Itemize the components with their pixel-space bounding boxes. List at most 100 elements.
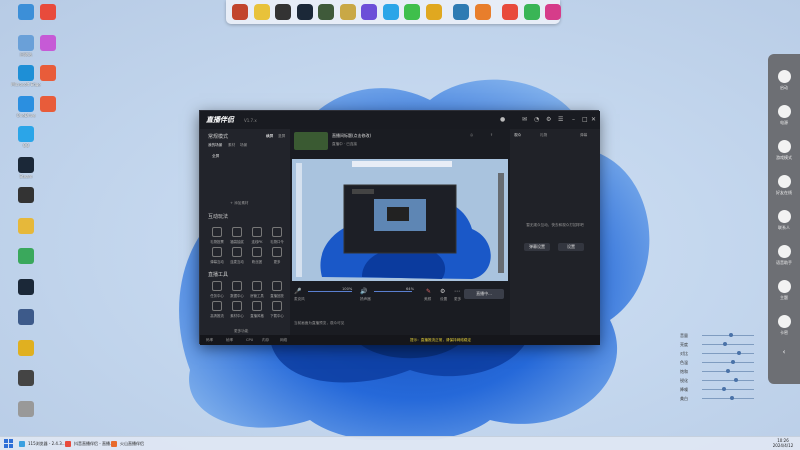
adjust-slider[interactable]: 音量	[680, 333, 766, 339]
sidebar-item[interactable]: 启动	[768, 68, 800, 98]
sidebar-item[interactable]: 好友在线	[768, 173, 800, 203]
app-icon[interactable]	[425, 4, 442, 20]
adjust-slider[interactable]: 降噪	[680, 387, 766, 393]
sidebar-item[interactable]: 电源	[768, 103, 800, 133]
interactive-tool-icon[interactable]	[252, 227, 262, 237]
game-icon[interactable]	[361, 4, 377, 20]
more-features-button[interactable]: 更多功能	[234, 329, 248, 334]
game-icon[interactable]	[318, 4, 334, 20]
adjust-slider-knob[interactable]	[737, 351, 742, 355]
adjust-slider[interactable]: 对比	[680, 351, 766, 357]
adjust-slider-track[interactable]	[702, 335, 754, 336]
adjust-slider-knob[interactable]	[723, 342, 728, 346]
live-tool-icon[interactable]	[252, 281, 262, 291]
tab-gifts[interactable]: 礼物	[540, 133, 547, 138]
game-icon[interactable]	[339, 4, 356, 20]
desktop-shortcut[interactable]	[2, 217, 50, 250]
close-icon[interactable]: ✕	[591, 116, 596, 123]
minimize-icon[interactable]: –	[572, 116, 575, 123]
adjust-slider-knob[interactable]	[726, 369, 730, 373]
start-icon[interactable]	[4, 439, 13, 448]
speaker-icon[interactable]: 🔊	[360, 288, 367, 295]
live-tool-icon[interactable]	[252, 301, 262, 311]
microphone-icon[interactable]: 🎤	[294, 288, 301, 295]
tab-my-scenes[interactable]: 我的场景	[208, 143, 222, 148]
desktop-shortcut[interactable]: Steam	[2, 156, 50, 189]
desktop-shortcut[interactable]	[2, 309, 50, 341]
desktop-shortcut[interactable]	[2, 400, 50, 433]
netease-icon[interactable]	[502, 4, 518, 20]
danmaku-settings-button[interactable]: 弹幕设置	[524, 243, 550, 251]
adjust-slider-track[interactable]	[702, 344, 754, 345]
adjust-slider[interactable]: 锐化	[680, 378, 766, 384]
adjust-slider-knob[interactable]	[731, 360, 736, 364]
play-icon[interactable]	[523, 4, 540, 20]
qq-icon[interactable]	[382, 4, 399, 20]
tab-landscape[interactable]: 横屏	[266, 134, 273, 139]
desktop-shortcut[interactable]	[2, 339, 50, 372]
message-icon[interactable]: ✉	[522, 116, 527, 123]
taskbar-app-button[interactable]: 火山直播伴侣	[110, 439, 154, 449]
live-settings-icon[interactable]: ⚙	[440, 288, 445, 295]
interactive-tool-icon[interactable]	[272, 227, 282, 237]
taskbar-app-button[interactable]: 115浏览器 - 2.4.3...	[18, 439, 66, 449]
desktop-shortcut[interactable]	[2, 248, 50, 280]
game-icon[interactable]	[253, 4, 270, 20]
add-source-button[interactable]: + 添加素材	[230, 201, 249, 206]
live-tool-icon[interactable]	[212, 281, 222, 291]
bell-icon[interactable]: ◔	[534, 116, 539, 123]
tab-audience[interactable]: 观众	[514, 133, 521, 138]
interactive-tool-icon[interactable]	[272, 247, 282, 257]
live-tool-icon[interactable]	[232, 281, 242, 291]
sidebar-item[interactable]: 卡密	[768, 313, 800, 343]
live-notice-button[interactable]: ◎	[470, 133, 473, 137]
avatar[interactable]: ●	[500, 116, 505, 123]
interactive-tool-icon[interactable]	[212, 227, 222, 237]
live-tool-icon[interactable]	[272, 301, 282, 311]
adjust-slider[interactable]: 色温	[680, 360, 766, 366]
desktop-shortcut[interactable]	[24, 4, 72, 36]
room-title[interactable]: 直播间标题(点击修改)	[332, 133, 371, 139]
steam-icon[interactable]	[296, 4, 313, 20]
interactive-tool-icon[interactable]	[232, 247, 242, 257]
wechat-icon[interactable]	[404, 4, 420, 20]
adjust-slider[interactable]: 美白	[680, 396, 766, 402]
tab-portrait[interactable]: 竖屏	[278, 134, 285, 139]
room-cover[interactable]	[294, 132, 328, 150]
sidebar-item[interactable]: 联系人	[768, 208, 800, 238]
scene-mode-selector[interactable]: 常规模式	[208, 133, 228, 140]
interactive-tool-icon[interactable]	[232, 227, 242, 237]
interactive-tool-icon[interactable]	[252, 247, 262, 257]
maximize-icon[interactable]: □	[582, 116, 588, 123]
start-live-button[interactable]: 直播中...	[464, 289, 504, 299]
settings-icon[interactable]	[453, 4, 469, 20]
adjust-slider-knob[interactable]	[730, 396, 735, 400]
sidebar-item[interactable]: ‹	[768, 348, 800, 378]
adjust-slider[interactable]: 饱和	[680, 369, 766, 375]
adjust-slider-track[interactable]	[702, 380, 754, 381]
beauty-icon[interactable]: ✎	[426, 288, 431, 295]
tab-materials[interactable]: 素材	[228, 143, 235, 148]
adjust-slider-track[interactable]	[702, 389, 754, 390]
adjust-slider-track[interactable]	[702, 362, 754, 363]
sidebar-item[interactable]: 游戏模式	[768, 138, 800, 168]
live-tool-icon[interactable]	[232, 301, 242, 311]
live-tool-icon[interactable]	[272, 281, 282, 291]
interactive-tool-icon[interactable]	[212, 247, 222, 257]
adjust-slider-track[interactable]	[702, 353, 754, 354]
desktop-shortcut[interactable]	[24, 65, 72, 97]
desktop-shortcut[interactable]	[2, 278, 50, 311]
desktop-shortcut[interactable]	[24, 34, 72, 67]
menu-icon[interactable]: ☰	[558, 116, 563, 123]
speaker-volume-slider[interactable]	[374, 291, 412, 292]
app-icon[interactable]	[474, 4, 491, 20]
league-icon[interactable]	[275, 4, 291, 20]
desktop-shortcut[interactable]: QQ	[2, 126, 50, 158]
desktop-shortcut[interactable]	[2, 370, 50, 402]
more-icon[interactable]: ⋯	[454, 288, 460, 295]
tab-danmaku[interactable]: 弹幕	[580, 133, 587, 138]
desktop-shortcut[interactable]	[2, 187, 50, 219]
tab-scenes[interactable]: 场景	[240, 143, 247, 148]
adjust-slider-knob[interactable]	[721, 387, 726, 391]
mic-volume-slider[interactable]	[308, 291, 352, 292]
